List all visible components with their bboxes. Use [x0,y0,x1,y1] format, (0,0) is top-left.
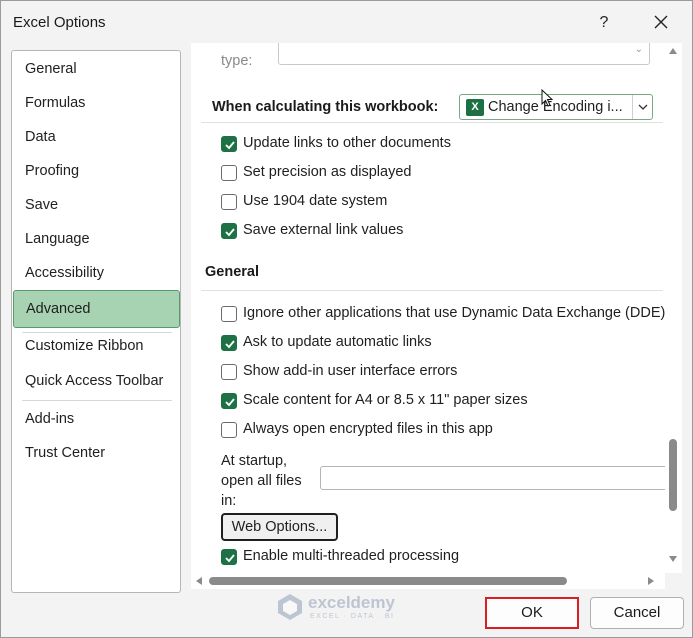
help-button[interactable]: ? [591,11,617,35]
startup-folder-input[interactable] [320,466,665,490]
ignore-dde-label: Ignore other applications that use Dynam… [243,305,665,321]
workbook-select[interactable]: X Change Encoding i... [459,94,653,120]
open-encrypted-label: Always open encrypted files in this app [243,421,493,437]
scale-content-label: Scale content for A4 or 8.5 x 11" paper … [243,392,528,408]
close-button[interactable] [647,11,675,35]
update-auto-links-checkbox[interactable] [221,335,237,351]
mouse-pointer-icon [541,89,553,107]
sidebar-divider [22,400,172,401]
startup-label-line: in: [221,493,237,509]
horizontal-scroll-thumb[interactable] [209,577,567,585]
advanced-options-pane: type: ⌄ When calculating this workbook: … [191,43,665,573]
section-divider [201,122,663,123]
multithread-checkbox[interactable] [221,549,237,565]
cancel-button[interactable]: Cancel [590,597,684,629]
general-section-label: General [205,264,259,280]
selected-workbook: Change Encoding i... [488,99,623,115]
startup-label-line: open all files [221,473,302,489]
scale-content-checkbox[interactable] [221,393,237,409]
workbook-dropdown-button[interactable] [632,95,652,119]
update-auto-links-label: Ask to update automatic links [243,334,432,350]
ignore-dde-checkbox[interactable] [221,306,237,322]
checkmark-icon [225,141,235,150]
sidebar-item-general[interactable]: General [12,52,180,86]
web-options-button[interactable]: Web Options... [221,513,338,541]
scroll-right-icon[interactable] [647,576,655,586]
multithread-label: Enable multi-threaded processing [243,548,460,564]
title-bar: Excel Options ? [1,1,692,43]
startup-folder-label: At startup, open all files in: [221,451,302,511]
set-precision-checkbox[interactable] [221,165,237,181]
save-external-links-label: Save external link values [243,222,404,238]
sidebar-item-quick-access-toolbar[interactable]: Quick Access Toolbar [12,364,180,398]
sidebar-item-customize-ribbon[interactable]: Customize Ribbon [12,329,180,363]
exceldemy-logo-icon [278,594,302,620]
sidebar-item-proofing[interactable]: Proofing [12,154,180,188]
watermark-name: exceldemy [308,593,395,612]
checkmark-icon [225,554,235,563]
ok-button[interactable]: OK [485,597,579,629]
scroll-down-icon[interactable] [668,555,678,563]
vertical-scrollbar[interactable] [665,43,682,573]
excel-file-icon: X [466,99,484,116]
sidebar-item-add-ins[interactable]: Add-ins [12,402,180,436]
sidebar-item-trust-center[interactable]: Trust Center [12,436,180,470]
sidebar-item-formulas[interactable]: Formulas [12,86,180,120]
startup-label-line: At startup, [221,453,288,469]
watermark-tagline: EXCEL · DATA · BI [310,613,395,620]
sidebar-item-accessibility[interactable]: Accessibility [12,256,180,290]
chevron-down-icon: ⌄ [634,44,643,55]
dialog-title: Excel Options [13,14,106,31]
checkmark-icon [225,398,235,407]
update-links-label: Update links to other documents [243,135,451,151]
set-precision-label: Set precision as displayed [243,164,412,180]
vertical-scroll-thumb[interactable] [669,439,677,511]
scroll-left-icon[interactable] [195,576,203,586]
addin-errors-checkbox[interactable] [221,364,237,380]
excel-options-dialog: Excel Options ? General Formulas Data Pr… [0,0,693,638]
scroll-up-icon[interactable] [668,47,678,55]
checkmark-icon [225,340,235,349]
options-sidebar: General Formulas Data Proofing Save Lang… [11,50,181,593]
save-external-links-checkbox[interactable] [221,223,237,239]
type-dropdown[interactable]: ⌄ [278,43,650,65]
section-divider [201,290,663,291]
date-1904-label: Use 1904 date system [243,193,388,209]
addin-errors-label: Show add-in user interface errors [243,363,458,379]
close-icon [654,15,668,29]
chevron-down-icon [638,104,648,110]
workbook-section-label: When calculating this workbook: [212,99,439,115]
open-encrypted-checkbox[interactable] [221,422,237,438]
sidebar-item-data[interactable]: Data [12,120,180,154]
sidebar-item-save[interactable]: Save [12,188,180,222]
horizontal-scrollbar[interactable] [191,573,665,589]
date-1904-checkbox[interactable] [221,194,237,210]
sidebar-item-advanced[interactable]: Advanced [13,290,180,328]
type-label: type: [221,53,253,69]
update-links-checkbox[interactable] [221,136,237,152]
checkmark-icon [225,228,235,237]
sidebar-item-language[interactable]: Language [12,222,180,256]
